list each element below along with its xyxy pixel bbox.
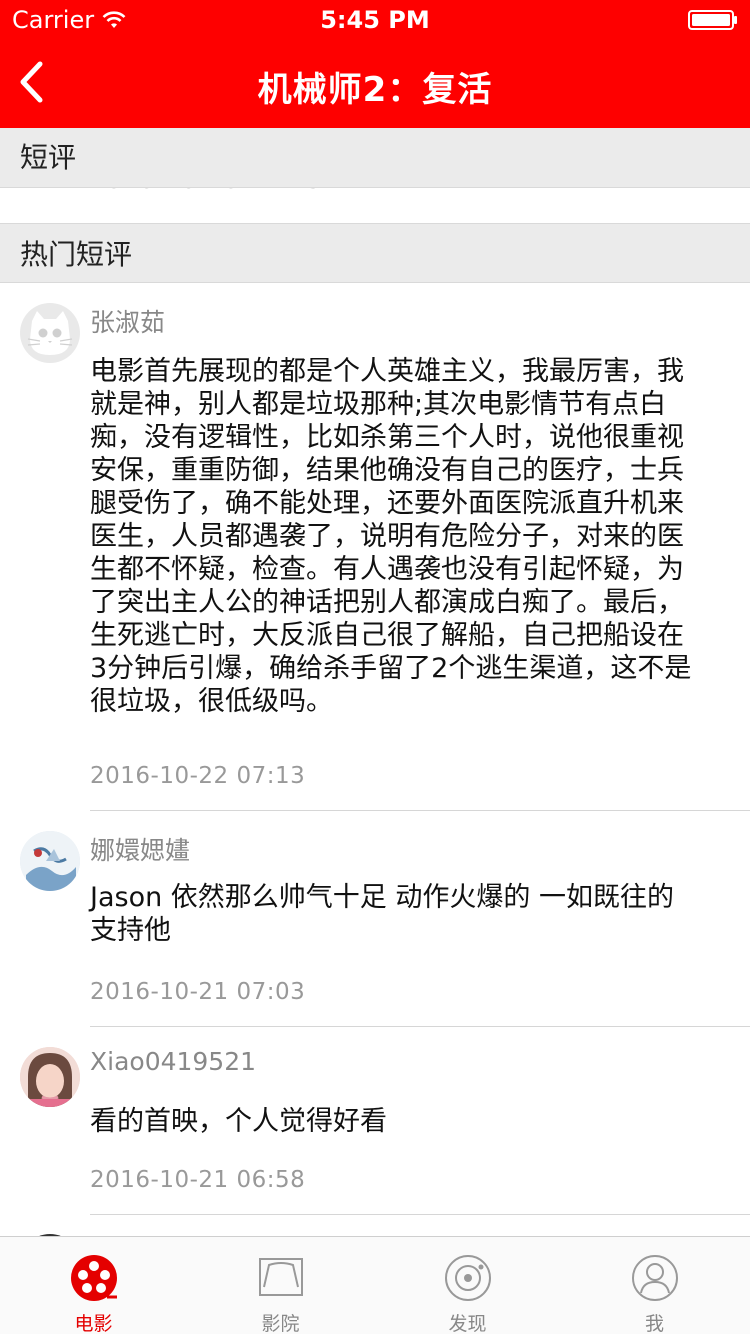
review-line: 支持他 [90,915,171,946]
tab-label: 发现 [448,1313,487,1334]
review-line: 很垃圾，很低级吗。 [90,686,333,717]
review-line: Jason 依然那么帅气十足 动作火爆的 一如既往的 [90,882,674,913]
photo-avatar[interactable] [20,1047,80,1107]
review-username: Xiao0419521 [90,1047,257,1076]
review-date: 2016-10-22 07:13 [90,763,306,789]
review-line: 看的首映，个人觉得好看 [90,1106,387,1137]
review-line: 痴，没有逻辑性，比如杀第三个人时，说他很重视 [90,422,684,453]
battery-icon [688,10,737,30]
review-text: 看的首映，个人觉得好看 [90,1105,718,1138]
tab-label: 我 [644,1313,664,1334]
review-line: 安保，重重防御，结果他确没有自己的医疗，士兵 [90,455,684,486]
list-item[interactable]: Xiao0419521 看的首映，个人觉得好看 2016-10-21 06:58 [0,1027,750,1215]
section-header-hot-reviews: 热门短评 [0,223,750,283]
review-line: 腿受伤了，确不能处理，还要外面医院派直升机来 [90,488,684,519]
review-date: 2016-10-21 06:58 [90,1167,306,1193]
review-line: 电影首先展现的都是个人英雄主义，我最厉害，我 [90,356,684,387]
cat-icon [27,311,73,355]
tab-cinemas[interactable]: 影院 [187,1237,374,1334]
review-line: 生都不怀疑，检查。有人遇袭也没有引起怀疑，为 [90,554,684,585]
status-bar: Carrier 5:45 PM [0,0,750,40]
profile-icon [631,1255,678,1301]
section-header-short-reviews: 短评 [0,128,750,188]
tab-label: 电影 [74,1313,113,1334]
review-line: 了突出主人公的神话把别人都演成白痴了。最后， [90,587,684,618]
divider [90,1214,750,1215]
portrait-image [20,1047,80,1107]
artwork-image [20,831,80,891]
clock-label: 5:45 PM [320,6,430,34]
review-line: 就是神，别人都是垃圾那种;其次电影情节有点白 [90,389,667,420]
review-text: 电影首先展现的都是个人英雄主义，我最厉害，我 就是神，别人都是垃圾那种;其次电影… [90,355,718,718]
cat-avatar[interactable] [20,303,80,363]
review-line: 医生，人员都遇袭了，说明有危险分子，对来的医 [90,521,684,552]
tab-bar: 电影 影院 发现 我 [0,1236,750,1334]
tab-label: 影院 [261,1313,300,1334]
film-reel-icon [70,1255,117,1301]
review-text: Jason 依然那么帅气十足 动作火爆的 一如既往的 支持他 [90,881,718,947]
page-title: 机械师2：复活 [257,70,493,110]
navigation-header: Carrier 5:45 PM 机械师2：复活 [0,0,750,128]
review-date: 2016-10-21 07:03 [90,979,306,1005]
tab-movies[interactable]: 电影 [0,1237,187,1334]
screen-icon [258,1258,303,1296]
tab-discover[interactable]: 发现 [374,1237,561,1334]
review-username: 娜嬛媤嫿 [90,836,191,865]
discover-icon [444,1255,491,1301]
review-username: 张淑茹 [90,308,166,337]
tab-me[interactable]: 我 [561,1237,748,1334]
list-item[interactable]: 张淑茹 电影首先展现的都是个人英雄主义，我最厉害，我 就是神，别人都是垃圾那种;… [0,283,750,811]
list-item[interactable]: 娜嬛媤嫿 Jason 依然那么帅气十足 动作火爆的 一如既往的 支持他 2016… [0,811,750,1027]
review-line: 3分钟后引爆，确给杀手留了2个逃生渠道，这不是 [90,653,692,684]
review-line: 生死逃亡时，大反派自己很了解船，自己把船设在 [90,620,684,651]
artwork-avatar[interactable] [20,831,80,891]
